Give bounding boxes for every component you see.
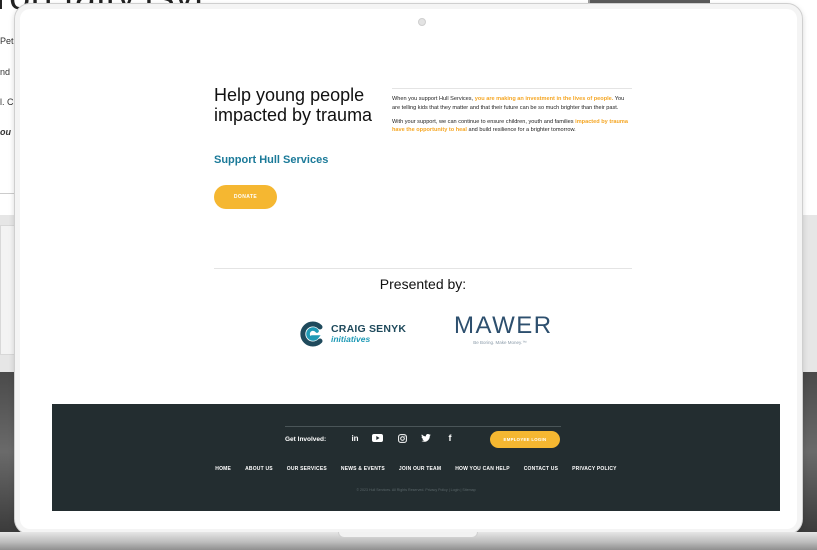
footer-nav-our-services[interactable]: OUR SERVICES [287, 466, 327, 472]
sponsors-divider [214, 268, 632, 269]
sponsors-heading: Presented by: [379, 276, 467, 292]
background-text-line: Pet [0, 36, 14, 46]
craig-senyk-sub: initiatives [331, 334, 371, 344]
site-footer: Get Involved: in f EMPLOYEE LOGIN HOME A… [52, 404, 780, 511]
background-text-line: l. C [0, 97, 14, 107]
twitter-icon[interactable] [419, 431, 433, 445]
hero-subtitle[interactable]: Support Hull Services [214, 154, 328, 166]
linkedin-icon[interactable]: in [348, 431, 362, 445]
get-involved-label: Get Involved: [285, 436, 327, 443]
mawer-tagline: Be Boring. Make Money.™ [473, 340, 527, 345]
background-text-line: nd [0, 67, 11, 77]
laptop-notch [338, 532, 478, 538]
footer-nav-join-our-team[interactable]: JOIN OUR TEAM [399, 466, 441, 472]
footer-nav-about-us[interactable]: ABOUT US [245, 466, 273, 472]
copyright-text: © 2023 Hull Services. All Rights Reserve… [356, 488, 476, 492]
hero-divider [392, 88, 632, 89]
footer-nav-news-events[interactable]: NEWS & EVENTS [341, 466, 385, 472]
laptop-frame: Help young people impacted by trauma Sup… [14, 3, 803, 535]
youtube-icon[interactable] [370, 431, 384, 445]
laptop-camera [418, 18, 426, 26]
employee-login-button[interactable]: EMPLOYEE LOGIN [490, 431, 560, 448]
hero-paragraph-1: When you support Hull Services, you are … [392, 96, 625, 111]
footer-divider [285, 426, 561, 427]
footer-nav: HOME ABOUT US OUR SERVICES NEWS & EVENTS… [52, 466, 780, 472]
mawer-logo[interactable]: MAWER Be Boring. Make Money.™ [454, 312, 553, 346]
facebook-icon[interactable]: f [443, 431, 457, 445]
craig-senyk-logo[interactable]: CRAIG SENYK initiatives [300, 319, 406, 349]
footer-nav-privacy-policy[interactable]: PRIVACY POLICY [572, 466, 617, 472]
instagram-icon[interactable] [395, 431, 409, 445]
laptop-screen: Help young people impacted by trauma Sup… [52, 34, 780, 511]
mawer-name: MAWER [454, 312, 553, 339]
footer-nav-how-you-can-help[interactable]: HOW YOU CAN HELP [455, 466, 510, 472]
highlight-text: you are making an investment in the live… [474, 96, 614, 102]
footer-nav-contact-us[interactable]: CONTACT US [524, 466, 558, 472]
footer-nav-home[interactable]: HOME [215, 466, 231, 472]
craig-senyk-name: CRAIG SENYK [331, 323, 407, 335]
hero-paragraph-2: With your support, we can continue to en… [392, 118, 628, 134]
craig-senyk-logo-icon [300, 321, 323, 347]
background-text-line: ou [0, 127, 11, 137]
hero-description: When you support Hull Services, you are … [392, 95, 632, 140]
hero-title: Help young people impacted by trauma [214, 85, 373, 125]
donate-button[interactable]: DONATE [214, 185, 277, 209]
